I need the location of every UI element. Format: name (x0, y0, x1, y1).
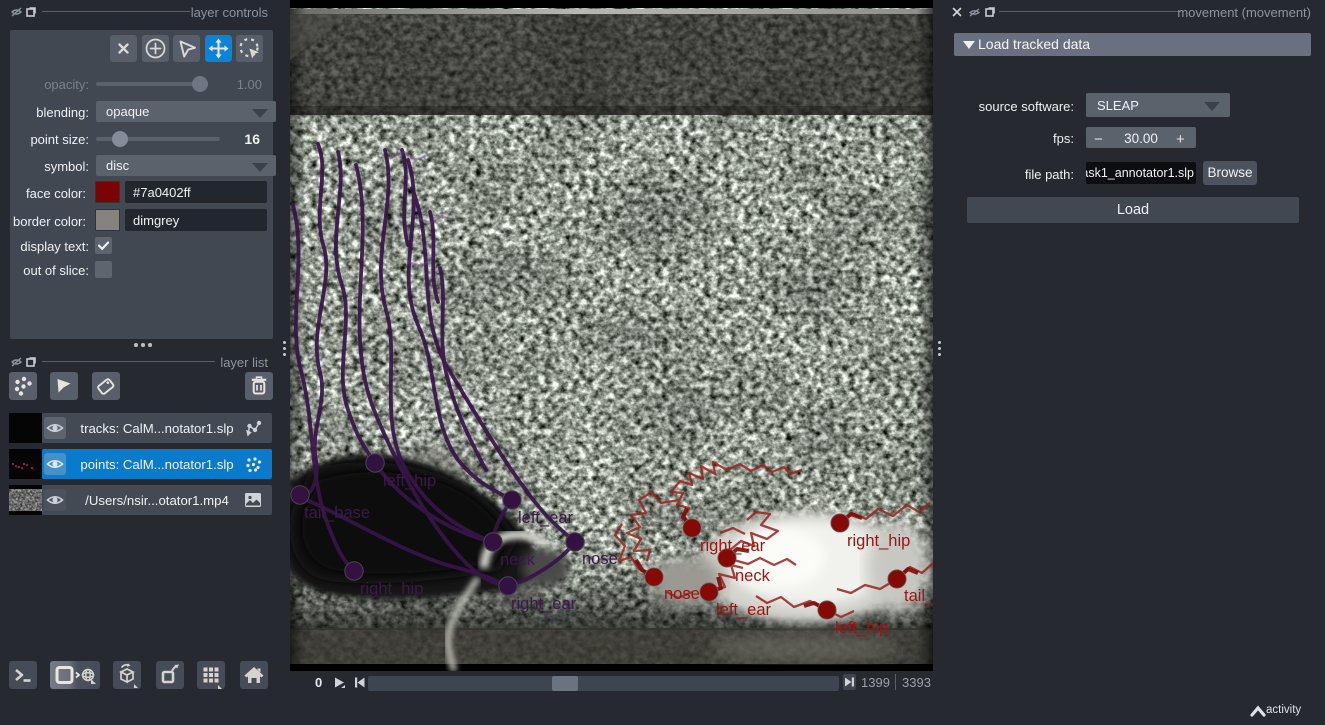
svg-text:neck: neck (735, 567, 771, 585)
svg-text:nose: nose (664, 585, 700, 603)
svg-text:nose: nose (582, 550, 618, 568)
svg-text:right_ear: right_ear (700, 537, 766, 555)
svg-text:left_hip: left_hip (383, 472, 436, 490)
svg-text:tail_base: tail_base (304, 504, 370, 522)
svg-text:right_hip: right_hip (360, 580, 423, 598)
svg-text:right_hip: right_hip (847, 532, 910, 550)
svg-text:left_hip: left_hip (835, 619, 888, 637)
svg-text:left_ear: left_ear (518, 509, 574, 527)
svg-text:tail_: tail_ (904, 587, 933, 605)
svg-text:neck: neck (500, 551, 536, 569)
svg-text:left_ear: left_ear (716, 601, 772, 619)
svg-text:right_ear: right_ear (511, 595, 577, 613)
